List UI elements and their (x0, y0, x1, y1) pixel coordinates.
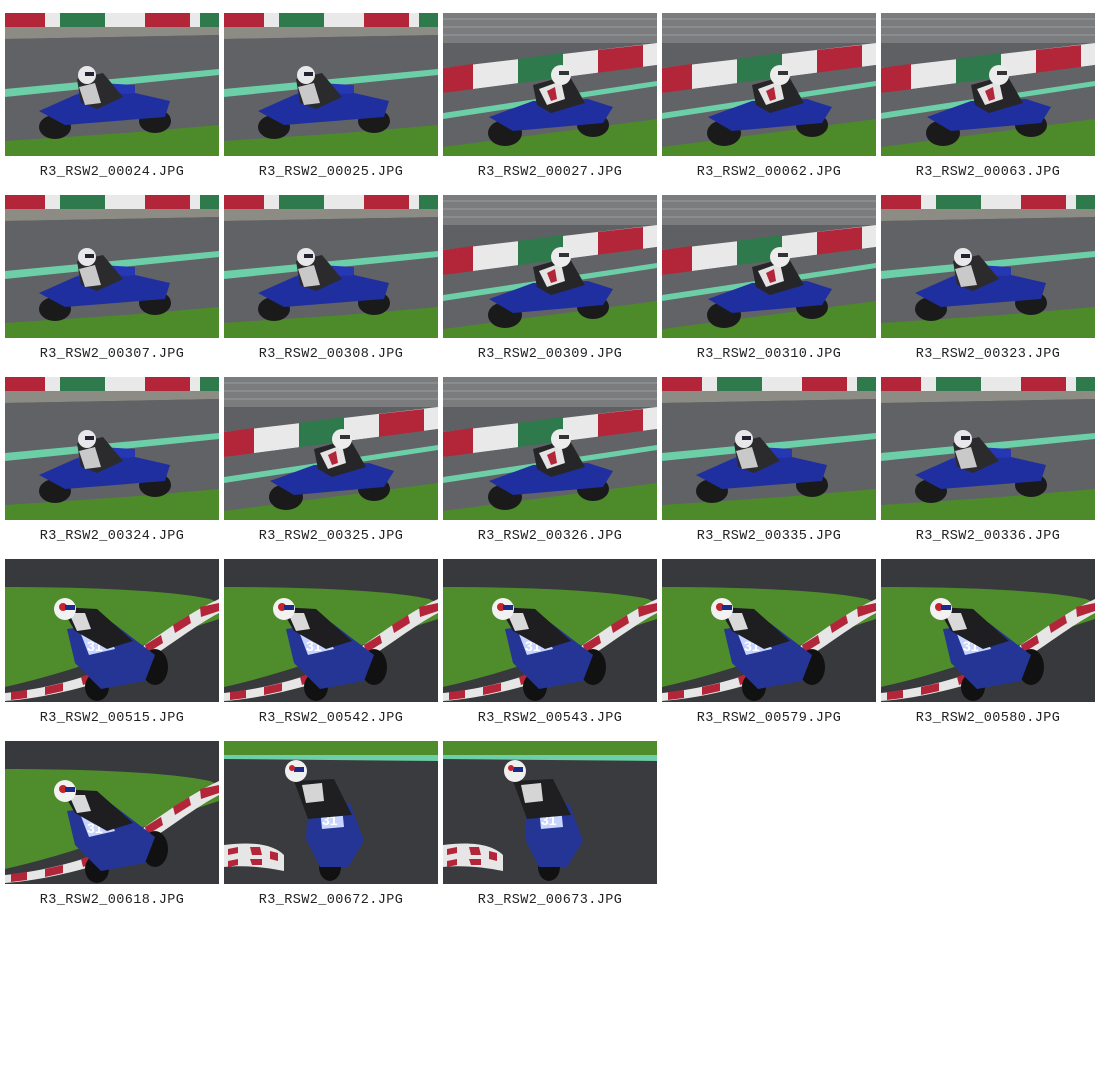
photo-tile[interactable]: R3_RSW2_00309.JPG (443, 195, 657, 377)
photo-thumbnail[interactable] (881, 377, 1095, 520)
photo-filename: R3_RSW2_00024.JPG (39, 165, 185, 180)
photo-thumbnail[interactable] (881, 13, 1095, 156)
photo-thumbnail[interactable] (662, 13, 876, 156)
photo-tile[interactable]: R3_RSW2_00063.JPG (881, 13, 1095, 195)
photo-filename: R3_RSW2_00673.JPG (477, 893, 623, 908)
photo-filename: R3_RSW2_00324.JPG (39, 529, 185, 544)
photo-filename: R3_RSW2_00515.JPG (39, 711, 185, 726)
photo-thumbnail[interactable] (443, 377, 657, 520)
photo-thumbnail[interactable] (662, 377, 876, 520)
photo-tile[interactable]: 31 R3_RSW2_00580.JPG (881, 559, 1095, 741)
photo-tile[interactable]: 31 R3_RSW2_00542.JPG (224, 559, 438, 741)
photo-thumbnail[interactable]: 31 (881, 559, 1095, 702)
photo-tile[interactable]: R3_RSW2_00335.JPG (662, 377, 876, 559)
photo-thumbnail[interactable] (5, 13, 219, 156)
photo-filename: R3_RSW2_00027.JPG (477, 165, 623, 180)
photo-thumbnail[interactable]: 31 (5, 559, 219, 702)
photo-thumbnail[interactable] (5, 195, 219, 338)
photo-tile[interactable]: R3_RSW2_00326.JPG (443, 377, 657, 559)
photo-thumbnail[interactable]: 31 (5, 741, 219, 884)
photo-thumbnail[interactable]: 31 (224, 559, 438, 702)
photo-thumbnail[interactable] (224, 377, 438, 520)
photo-filename: R3_RSW2_00063.JPG (915, 165, 1061, 180)
photo-gallery: R3_RSW2_00024.JPG R3_RSW2_00025.JPG R3_R… (5, 13, 1095, 923)
photo-filename: R3_RSW2_00025.JPG (258, 165, 404, 180)
photo-tile[interactable]: R3_RSW2_00027.JPG (443, 13, 657, 195)
photo-filename: R3_RSW2_00579.JPG (696, 711, 842, 726)
photo-filename: R3_RSW2_00672.JPG (258, 893, 404, 908)
photo-thumbnail[interactable] (224, 13, 438, 156)
photo-tile[interactable]: 31 R3_RSW2_00672.JPG (224, 741, 438, 923)
photo-tile[interactable]: R3_RSW2_00025.JPG (224, 13, 438, 195)
photo-thumbnail[interactable]: 31 (224, 741, 438, 884)
photo-tile[interactable]: R3_RSW2_00308.JPG (224, 195, 438, 377)
photo-tile[interactable]: R3_RSW2_00324.JPG (5, 377, 219, 559)
photo-tile[interactable]: 31 R3_RSW2_00515.JPG (5, 559, 219, 741)
photo-filename: R3_RSW2_00542.JPG (258, 711, 404, 726)
photo-tile[interactable]: 31 R3_RSW2_00579.JPG (662, 559, 876, 741)
photo-filename: R3_RSW2_00062.JPG (696, 165, 842, 180)
photo-tile[interactable]: R3_RSW2_00024.JPG (5, 13, 219, 195)
photo-filename: R3_RSW2_00310.JPG (696, 347, 842, 362)
photo-tile[interactable]: R3_RSW2_00310.JPG (662, 195, 876, 377)
photo-filename: R3_RSW2_00580.JPG (915, 711, 1061, 726)
photo-tile[interactable]: 31 R3_RSW2_00543.JPG (443, 559, 657, 741)
photo-filename: R3_RSW2_00307.JPG (39, 347, 185, 362)
photo-thumbnail[interactable] (224, 195, 438, 338)
photo-filename: R3_RSW2_00309.JPG (477, 347, 623, 362)
photo-tile[interactable]: R3_RSW2_00307.JPG (5, 195, 219, 377)
photo-filename: R3_RSW2_00336.JPG (915, 529, 1061, 544)
photo-filename: R3_RSW2_00325.JPG (258, 529, 404, 544)
photo-tile[interactable]: R3_RSW2_00325.JPG (224, 377, 438, 559)
photo-filename: R3_RSW2_00323.JPG (915, 347, 1061, 362)
photo-thumbnail[interactable] (5, 377, 219, 520)
photo-tile[interactable]: R3_RSW2_00323.JPG (881, 195, 1095, 377)
photo-thumbnail[interactable] (662, 195, 876, 338)
photo-filename: R3_RSW2_00543.JPG (477, 711, 623, 726)
photo-filename: R3_RSW2_00308.JPG (258, 347, 404, 362)
photo-thumbnail[interactable]: 31 (443, 741, 657, 884)
photo-tile[interactable]: 31 R3_RSW2_00618.JPG (5, 741, 219, 923)
photo-tile[interactable]: R3_RSW2_00336.JPG (881, 377, 1095, 559)
photo-thumbnail[interactable]: 31 (443, 559, 657, 702)
photo-tile[interactable]: 31 R3_RSW2_00673.JPG (443, 741, 657, 923)
photo-thumbnail[interactable] (881, 195, 1095, 338)
photo-thumbnail[interactable] (443, 195, 657, 338)
photo-thumbnail[interactable] (443, 13, 657, 156)
photo-tile[interactable]: R3_RSW2_00062.JPG (662, 13, 876, 195)
photo-filename: R3_RSW2_00326.JPG (477, 529, 623, 544)
photo-filename: R3_RSW2_00618.JPG (39, 893, 185, 908)
photo-thumbnail[interactable]: 31 (662, 559, 876, 702)
photo-filename: R3_RSW2_00335.JPG (696, 529, 842, 544)
